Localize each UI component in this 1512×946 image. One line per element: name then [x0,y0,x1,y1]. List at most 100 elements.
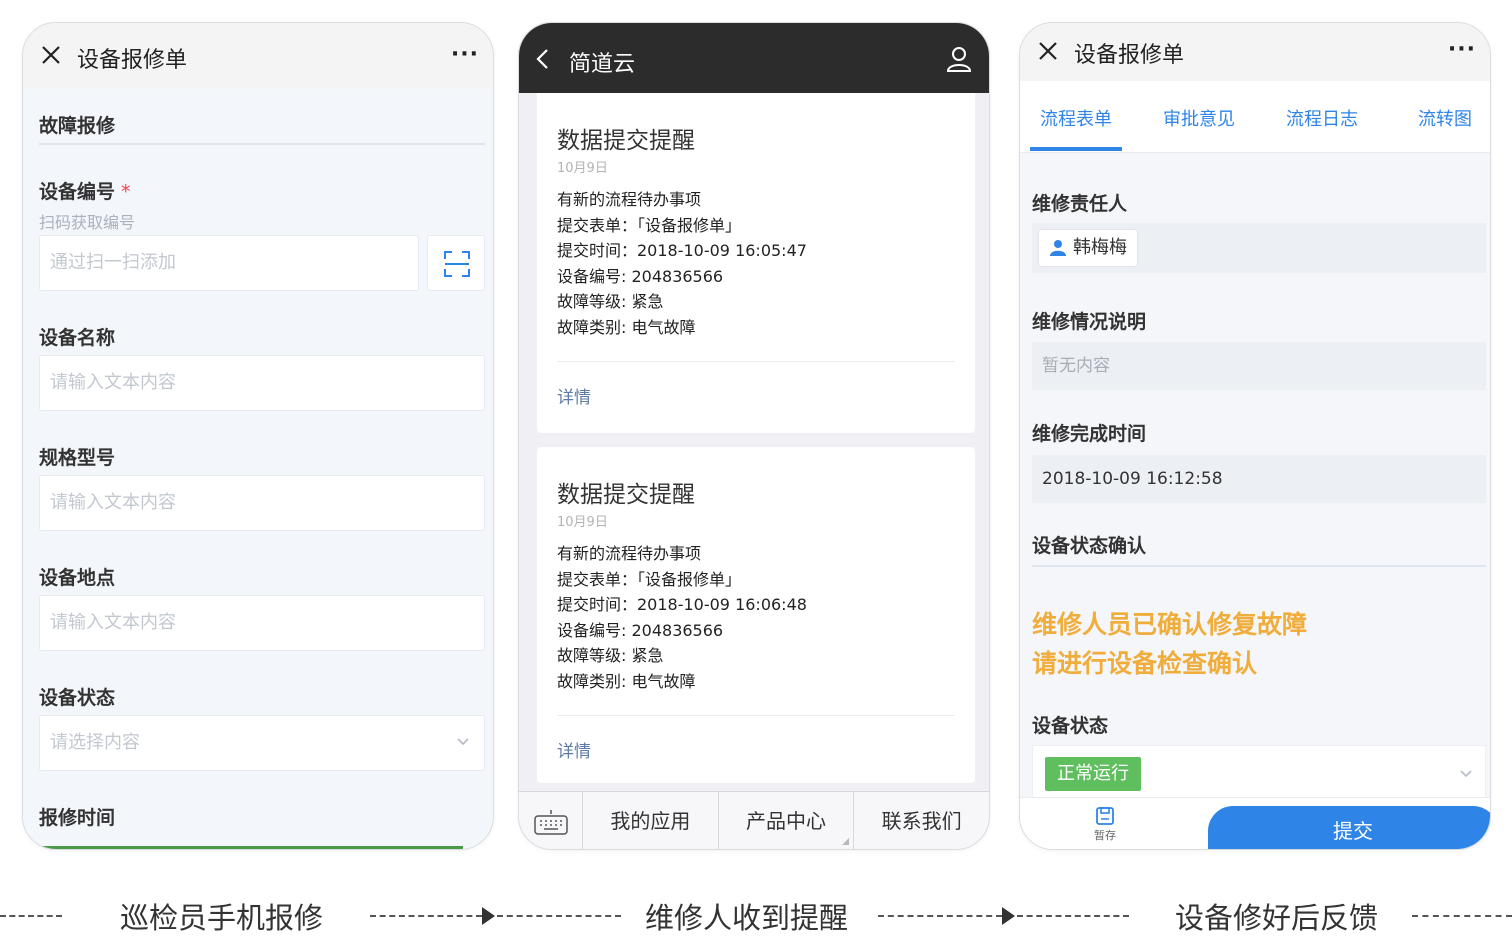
tab-flow-chart[interactable]: 流转图 [1418,105,1472,131]
more-icon[interactable]: ··· [1448,37,1476,62]
save-icon [1096,807,1114,825]
user-icon[interactable] [945,45,973,73]
save-label: 暂存 [1094,829,1116,842]
menu-tab-contact[interactable]: 联系我们 [854,792,989,849]
notice-line: 维修人员已确认修复故障 [1032,610,1308,639]
location-input[interactable]: 请输入文本内容 [39,595,485,651]
submit-button[interactable]: 提交 [1208,806,1490,849]
tab-bar: 流程表单 审批意见 流程日志 流转图 [1020,81,1490,153]
tab-process-log[interactable]: 流程日志 [1286,105,1358,131]
menu-tab-products[interactable]: 产品中心 [719,792,855,849]
dashed-connector [370,915,482,917]
message-line: 有新的流程待办事项 [557,190,702,209]
device-status-select[interactable]: 正常运行 [1032,745,1486,803]
scan-button[interactable] [427,235,485,291]
message-line: 提交表单：「设备报修单」 [557,569,742,589]
form-body: 维修责任人 韩梅梅 维修情况说明 暂无内容 维修完成时间 2018-10-09 … [1020,153,1490,799]
status-select[interactable]: 请选择内容 [39,715,485,771]
repair-desc-value: 暂无内容 [1032,342,1486,390]
chevron-down-icon [1460,770,1472,778]
submenu-indicator [842,838,850,845]
dashed-connector [1017,915,1129,917]
message-line: 提交时间：2018-10-09 16:05:47 [557,241,807,260]
device-no-input[interactable]: 通过扫一扫添加 [39,235,419,291]
report-time-label: 报修时间 [39,807,116,829]
keyboard-icon [534,810,568,835]
message-title: 数据提交提醒 [557,482,695,508]
required-mark: * [121,181,131,203]
dashed-connector [878,915,1002,917]
status-placeholder: 请选择内容 [50,732,140,753]
phone-notification: 简道云 数据提交提醒 10月9日 有新的流程待办事项 提交表单：「设备报修单」 … [518,22,990,850]
device-status-label: 设备状态 [1032,715,1109,737]
nav-bar: 简道云 [519,23,989,93]
message-line: 故障等级: 紧急 [557,646,664,665]
caption-step-1: 巡检员手机报修 [120,901,324,935]
model-input[interactable]: 请输入文本内容 [39,475,485,531]
message-line: 故障类别: 电气故障 [557,317,696,337]
divider [557,715,955,716]
repair-person-label: 维修责任人 [1032,193,1128,215]
nav-bar: 设备报修单 ··· [23,23,493,89]
flow-caption-row: 巡检员手机报修 维修人收到提醒 设备修好后反馈 [0,890,1512,940]
active-tab-indicator [1030,147,1122,151]
dashed-connector [0,915,62,917]
status-badge: 正常运行 [1045,757,1141,791]
device-name-input[interactable]: 请输入文本内容 [39,355,485,411]
message-card: 数据提交提醒 10月9日 有新的流程待办事项 提交表单：「设备报修单」 提交时间… [537,93,975,433]
menu-tab-my-apps[interactable]: 我的应用 [583,792,719,849]
action-bar: 暂存 提交 [1020,797,1490,849]
page-title: 设备报修单 [1074,43,1185,68]
caption-step-3: 设备修好后反馈 [1175,901,1379,935]
close-icon[interactable] [39,43,63,67]
more-icon[interactable]: ··· [451,42,479,67]
arrow-right-icon [482,907,495,925]
repair-done-time-value: 2018-10-09 16:12:58 [1032,455,1486,503]
tab-label: 产品中心 [746,809,826,833]
page-title: 设备报修单 [77,48,188,73]
save-draft-button[interactable]: 暂存 [1078,802,1132,848]
section-title: 故障报修 [39,115,116,137]
detail-link[interactable]: 详情 [557,737,591,762]
message-date: 10月9日 [557,161,608,176]
tab-label: 我的应用 [610,809,691,833]
device-no-hint: 扫码获取编号 [39,213,136,232]
phone-repair-feedback: 设备报修单 ··· 流程表单 审批意见 流程日志 流转图 维修责任人 韩梅梅 维… [1019,22,1491,850]
message-date: 10月9日 [557,515,608,530]
message-line: 故障类别: 电气故障 [557,671,696,691]
form-body: 故障报修 设备编号 * 扫码获取编号 通过扫一扫添加 设备名称 请输入文本内容 规… [23,89,493,849]
detail-link[interactable]: 详情 [557,383,591,408]
message-line: 有新的流程待办事项 [557,544,702,563]
message-line: 提交表单：「设备报修单」 [557,215,742,235]
close-icon[interactable] [1036,39,1060,63]
arrow-right-icon [1002,907,1015,925]
dashed-connector [1412,915,1512,917]
tab-label: 联系我们 [881,809,962,833]
location-label: 设备地点 [39,567,116,589]
keyboard-toggle[interactable] [519,792,583,849]
label-text: 设备编号 [39,181,116,203]
message-line: 设备编号: 204836566 [557,620,724,640]
dashed-connector [497,915,621,917]
repair-done-time-label: 维修完成时间 [1032,423,1147,445]
chevron-left-icon[interactable] [535,48,549,70]
nav-bar: 设备报修单 ··· [1020,23,1490,81]
divider [39,143,485,145]
device-name-label: 设备名称 [39,327,116,349]
phone-repair-form: 设备报修单 ··· 故障报修 设备编号 * 扫码获取编号 通过扫一扫添加 设备名称… [22,22,494,850]
model-label: 规格型号 [39,447,116,469]
tab-approval[interactable]: 审批意见 [1163,105,1235,131]
divider [557,361,955,362]
caption-step-2: 维修人收到提醒 [645,901,849,935]
chevron-down-icon [457,738,469,746]
bottom-accent-bar [39,846,463,849]
person-chip[interactable]: 韩梅梅 [1038,229,1138,267]
page-title: 简道云 [569,52,636,77]
tab-process-form[interactable]: 流程表单 [1040,105,1112,131]
message-line: 提交时间：2018-10-09 16:06:48 [557,595,807,614]
status-label: 设备状态 [39,687,116,709]
message-line: 故障等级: 紧急 [557,292,664,311]
scan-icon [444,251,470,277]
message-lines: 有新的流程待办事项 提交表单：「设备报修单」 提交时间：2018-10-09 1… [557,187,807,340]
confirm-section-title: 设备状态确认 [1032,535,1147,557]
